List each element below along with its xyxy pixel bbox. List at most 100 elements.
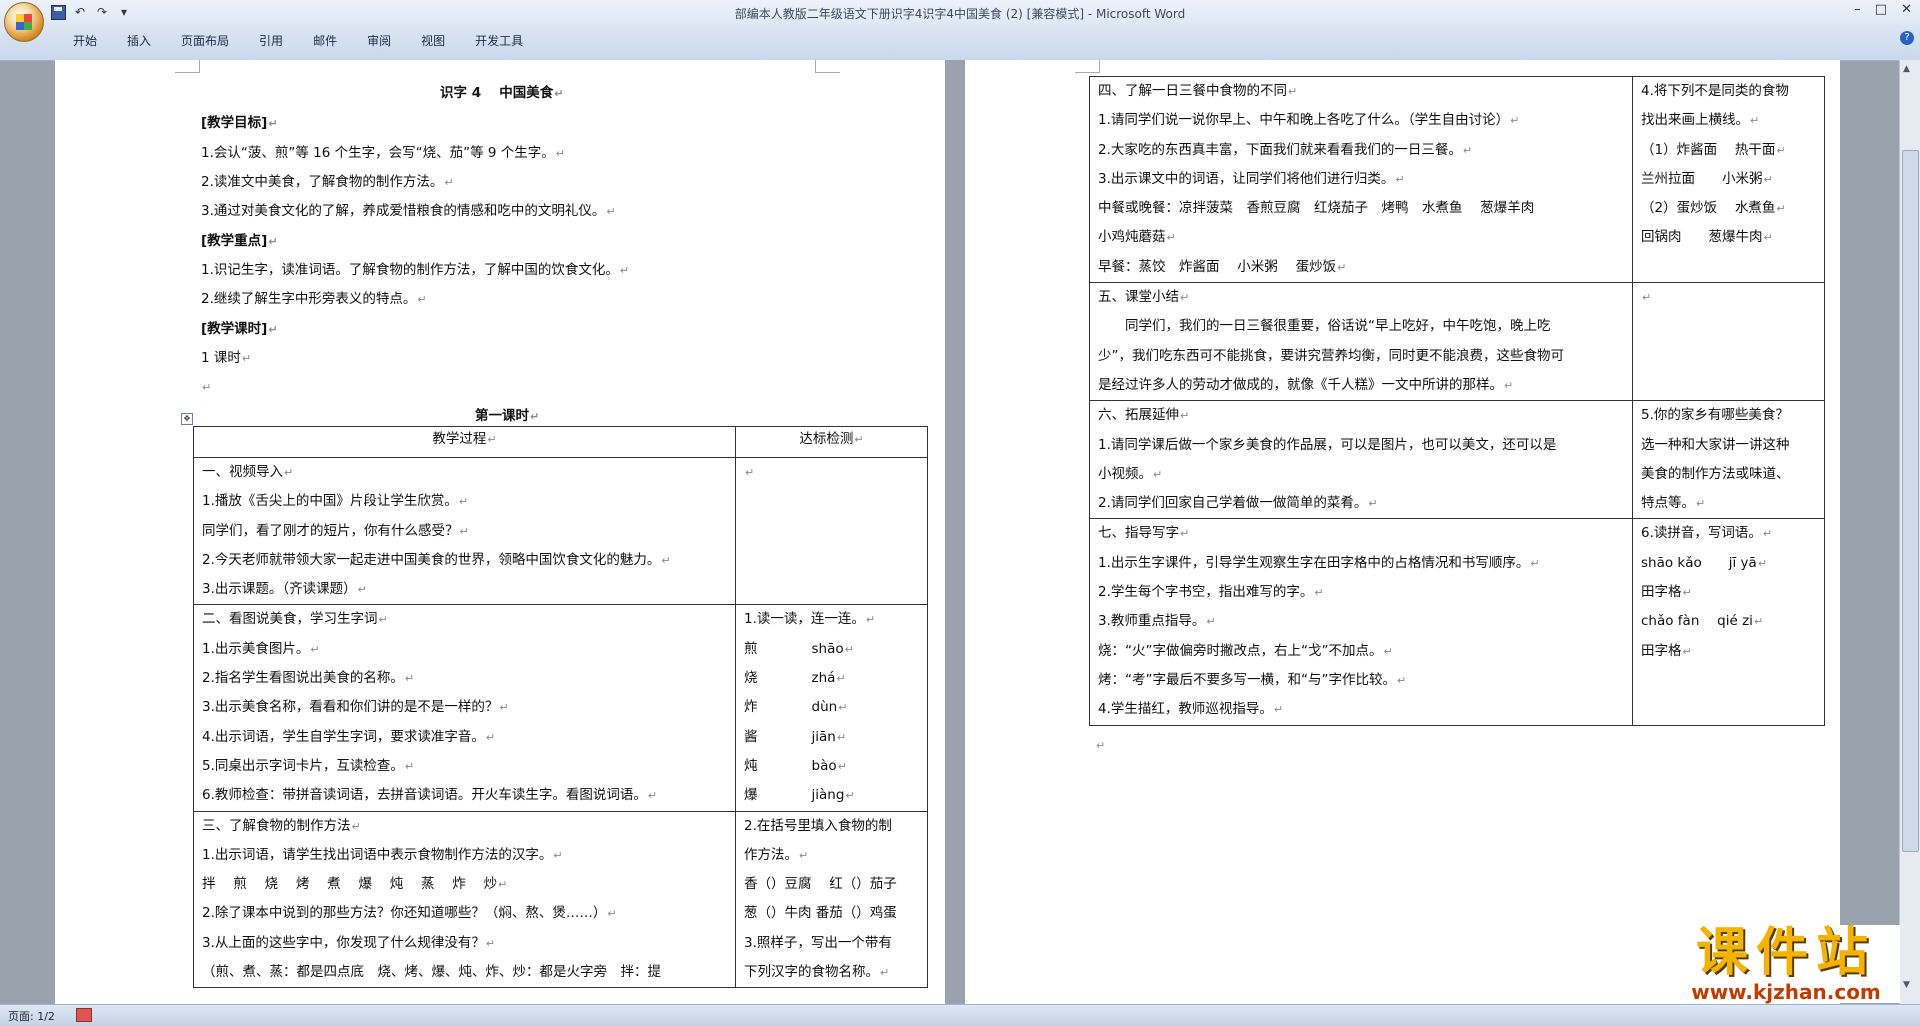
tab-view[interactable]: 视图 [406,30,460,52]
tab-mailings[interactable]: 邮件 [298,30,352,52]
assessment-cell: 1.读一读，连一连。↵ 煎 shāo↵ 烧 zhá↵ 炸 dùn↵ 酱 jiān… [736,605,927,810]
tab-developer[interactable]: 开发工具 [460,30,538,52]
scrollbar-thumb[interactable] [1902,150,1919,852]
text-line: 找出来画上横线。↵ [1641,112,1760,129]
header-assessment: 达标检测↵ [735,426,928,458]
text-line: 田字格↵ [1641,584,1692,601]
text-line: （2）蛋炒饭 水煮鱼↵ [1641,200,1786,217]
proofing-icon[interactable] [76,1008,92,1022]
window-title: 部编本人教版二年级语文下册识字4识字4中国美食 (2) [兼容模式] - Mic… [734,7,1186,21]
text-line: 1.读一读，连一连。↵ [744,611,876,628]
text-line: 爆 jiàng↵ [744,787,855,804]
document-page-1: 识字 4 中国美食↵ [教学目标]↵ 1.会认“菠、煎”等 16 个生字，会写“… [55,60,945,1004]
text-line: 1.出示生字课件，引导学生观察生字在田字格中的占格情况和书写顺序。↵ [1098,554,1540,571]
text-line: shāo kǎo jī yā↵ [1641,554,1768,571]
text-line: 炸 dùn↵ [744,699,848,716]
margin-mark [1075,60,1100,73]
text-line: 烧 zhá↵ [744,670,846,687]
text-line: 拌 煎 烧 烤 煮 爆 炖 蒸 炸 炒↵ [202,876,508,893]
text-line: （煎、煮、蒸：都是四点底 烧、烤、爆、炖、炸、炒：都是火字旁 拌：提 [202,964,661,981]
watermark-url: www.kjzhan.com [1691,980,1881,1004]
text-line: 5.你的家乡有哪些美食？ [1641,407,1789,424]
text-line: 6.读拼音，写词语。↵ [1641,525,1773,542]
text-line: 1.识记生字，读准词语。了解食物的制作方法，了解中国的饮食文化。↵ [201,262,630,278]
tab-references[interactable]: 引用 [244,30,298,52]
text-line: 烧：“火”字做偏旁时撇改点，右上“戈”不加点。↵ [1098,642,1393,659]
text-line: 葱（）牛肉 番茄（）鸡蛋 [744,905,897,922]
lesson-table-2: 四、了解一日三餐中食物的不同↵ 1.请同学们说一说你早上、中午和晚上各吃了什么。… [1089,75,1825,726]
text-line: chǎo fàn qié zi↵ [1641,613,1764,630]
process-cell: 五、课堂小结↵ 同学们，我们的一日三餐很重要，俗话说“早上吃好，中午吃饱，晚上吃… [1090,283,1632,400]
text-line: 3.通过对美食文化的了解，养成爱惜粮食的情感和吃中的文明礼仪。↵ [201,203,616,219]
text-line: 田字格↵ [1641,642,1692,659]
text-line: 4.将下列不是同类的食物 [1641,83,1789,99]
lesson-table-1: 教学过程↵ 达标检测↵ 一、视频导入↵ 1.播放《舌尖上的中国》片段让学生欣赏。… [193,426,928,989]
process-cell: 一、视频导入↵ 1.播放《舌尖上的中国》片段让学生欣赏。↵ 同学们，看了刚才的短… [194,458,735,604]
text-line: ↵ [745,466,755,479]
text-line: ↵ [1642,291,1652,305]
text-line: 是经过许多人的劳动才做成的，就像《千人糕》一文中所讲的那样。↵ [1098,376,1514,393]
text-line: 六、拓展延伸↵ [1098,407,1190,424]
page-indicator[interactable]: 页面: 1/2 [8,1008,55,1024]
text-line: 2.学生每个字书空，指出难写的字。↵ [1098,584,1324,601]
text-line: 4.出示词语，学生自学生字词，要求读准字音。↵ [202,728,496,745]
text-line: 烤：“考”字最后不要多写一横，和“与”字作比较。↵ [1098,671,1407,688]
scroll-up-icon[interactable]: ▲ [1903,64,1910,74]
text-line: （1）炸酱面 热干面↵ [1641,141,1786,158]
text-line: 3.出示课文中的词语，让同学们将他们进行归类。↵ [1098,170,1405,187]
text-line: 2.今天老师就带领大家一起走进中国美食的世界，领略中国饮食文化的魅力。↵ [202,551,671,568]
text-line: 酱 jiān↵ [744,728,847,745]
text-line: 3.出示课题。（齐读课题）↵ [202,581,367,598]
text-line: [教学课时]↵ [201,321,278,337]
tab-page-layout[interactable]: 页面布局 [166,30,244,52]
text-line: 1.播放《舌尖上的中国》片段让学生欣赏。↵ [202,493,469,510]
text-line: 2.指名学生看图说出美食的名称。↵ [202,670,415,687]
text-line: 3.从上面的这些字中，你发现了什么规律没有？↵ [202,934,496,951]
assessment-cell: 4.将下列不是同类的食物 找出来画上横线。↵ （1）炸酱面 热干面↵ 兰州拉面 … [1633,77,1824,253]
status-bar: 页面: 1/2 [0,1004,1920,1026]
text-line: 兰州拉面 小米粥↵ [1641,170,1773,187]
process-cell: 六、拓展延伸↵ 1.请同学课后做一个家乡美食的作品展，可以是图片，也可以美文，还… [1090,401,1632,518]
text-line: 3.照样子，写出一个带有 [744,934,892,951]
text-line: 6.教师检查：带拼音读词语，去拼音读词语。开火车读生字。看图说词语。↵ [202,787,658,804]
assessment-cell: ↵ [736,458,927,487]
text-line: 少”，我们吃东西可不能挑食，要讲究营养均衡，同时更不能浪费，这些食物可 [1098,347,1564,364]
text-line: 1.请同学课后做一个家乡美食的作品展，可以是图片，也可以美文，还可以是 [1098,436,1557,453]
assessment-cell: 5.你的家乡有哪些美食？ 选一种和大家讲一讲这种 美食的制作方法或味道、 特点等… [1633,401,1824,518]
text-line: 七、指导写字↵ [1098,525,1190,542]
close-icon[interactable]: ✕ [1901,2,1912,17]
text-line: 2.除了课本中说到的那些方法？你还知道哪些？（焖、熬、煲……）↵ [202,905,617,922]
margin-mark [815,60,840,73]
maximize-icon[interactable]: □ [1875,2,1887,17]
tab-review[interactable]: 审阅 [352,30,406,52]
tab-home[interactable]: 开始 [58,30,112,52]
ribbon-tabs: 开始 插入 页面布局 引用 邮件 审阅 视图 开发工具 [58,30,538,52]
assessment-cell: 6.读拼音，写词语。↵ shāo kǎo jī yā↵ 田字格↵ chǎo fà… [1633,519,1824,665]
document-title: 识字 4 中国美食↵ [440,85,564,101]
text-line: 作方法。↵ [744,846,809,863]
text-line: 小视频。↵ [1098,465,1163,482]
text-line: 早餐：蒸饺 炸酱面 小米粥 蛋炒饭↵ [1098,258,1347,275]
scroll-down-icon[interactable]: ▼ [1903,980,1910,990]
header-teaching-process: 教学过程↵ [193,426,736,458]
text-line: 美食的制作方法或味道、 [1641,465,1790,482]
process-cell: 二、看图说美食，学习生字词↵ 1.出示美食图片。↵ 2.指名学生看图说出美食的名… [194,605,735,810]
text-line: 特点等。↵ [1641,495,1706,512]
table-move-handle[interactable]: ✥ [181,413,193,425]
assessment-cell: 2.在括号里填入食物的制 作方法。↵ 香（）豆腐 红（）茄子 葱（）牛肉 番茄（… [736,812,927,988]
tab-insert[interactable]: 插入 [112,30,166,52]
text-line: 一、视频导入↵ [202,464,294,480]
text-line: 炖 bào↵ [744,757,847,774]
vertical-scrollbar[interactable]: ▲ ▼ [1899,60,1920,1004]
text-line: 中餐或晚餐：凉拌菠菜 香煎豆腐 红烧茄子 烤鸭 水煮鱼 葱爆羊肉 [1098,200,1535,217]
help-icon[interactable]: ? [1900,31,1914,45]
minimize-icon[interactable]: – [1854,2,1861,17]
text-line: 三、了解食物的制作方法↵ [202,817,361,834]
site-watermark-logo: 课件站 www.kjzhan.com [1672,925,1900,1003]
text-line: 小鸡炖蘑菇↵ [1098,229,1176,246]
text-line: 香（）豆腐 红（）茄子 [744,876,897,893]
text-line: 2.继续了解生字中形旁表义的特点。↵ [201,291,427,307]
text-line: 下列汉字的食物名称。↵ [744,964,890,981]
process-cell: 七、指导写字↵ 1.出示生字课件，引导学生观察生字在田字格中的占格情况和书写顺序… [1090,519,1632,724]
process-cell: 四、了解一日三餐中食物的不同↵ 1.请同学们说一说你早上、中午和晚上各吃了什么。… [1090,77,1632,282]
